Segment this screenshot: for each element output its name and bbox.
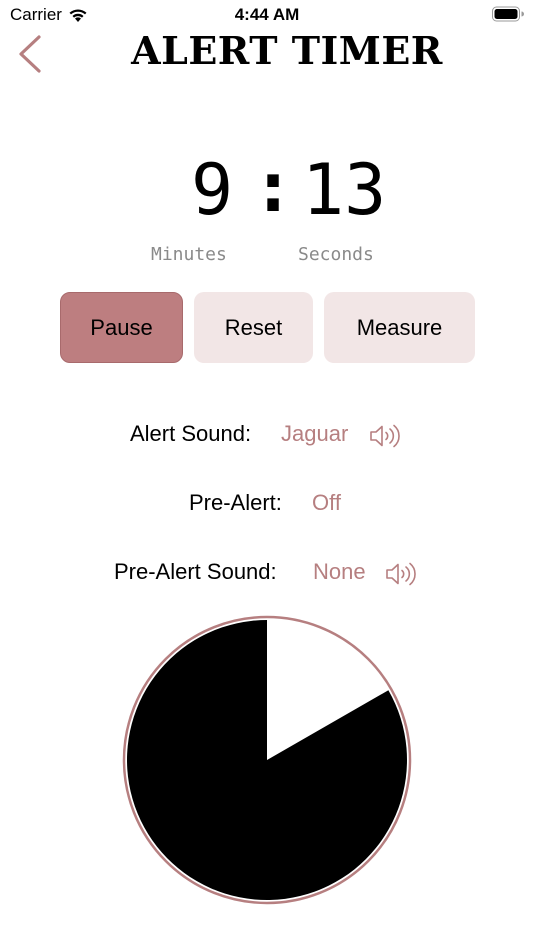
speaker-icon[interactable]: [369, 423, 403, 449]
timer-display: 9 : 13: [0, 148, 534, 233]
pre-alert-row: Pre-Alert: Off: [0, 484, 534, 520]
timer-seconds: 13: [302, 149, 387, 231]
reset-button[interactable]: Reset: [194, 292, 313, 363]
timer-separator: :: [252, 146, 295, 228]
speaker-icon[interactable]: [385, 561, 419, 587]
alert-sound-row: Alert Sound: Jaguar: [0, 415, 534, 451]
battery-icon: [492, 6, 524, 22]
pre-alert-label: Pre-Alert:: [189, 490, 282, 515]
pre-alert-sound-value[interactable]: None: [313, 559, 366, 585]
back-button[interactable]: [12, 30, 48, 76]
alert-sound-label: Alert Sound:: [130, 421, 252, 446]
status-bar: Carrier 4:44 AM: [0, 0, 534, 30]
measure-button[interactable]: Measure: [324, 292, 475, 363]
page-title: ALERT TIMER: [131, 28, 443, 73]
minutes-label: Minutes: [151, 244, 227, 265]
pre-alert-sound-label: Pre-Alert Sound:: [114, 559, 277, 584]
seconds-label: Seconds: [298, 244, 374, 265]
pause-button[interactable]: Pause: [60, 292, 183, 363]
timer-pie: [122, 615, 412, 905]
timer-minutes: 9: [191, 149, 234, 231]
pre-alert-value[interactable]: Off: [312, 490, 341, 516]
chevron-left-icon: [19, 35, 41, 73]
alert-sound-value[interactable]: Jaguar: [281, 421, 348, 447]
pre-alert-sound-row: Pre-Alert Sound: None: [0, 553, 534, 589]
status-time: 4:44 AM: [234, 5, 300, 24]
